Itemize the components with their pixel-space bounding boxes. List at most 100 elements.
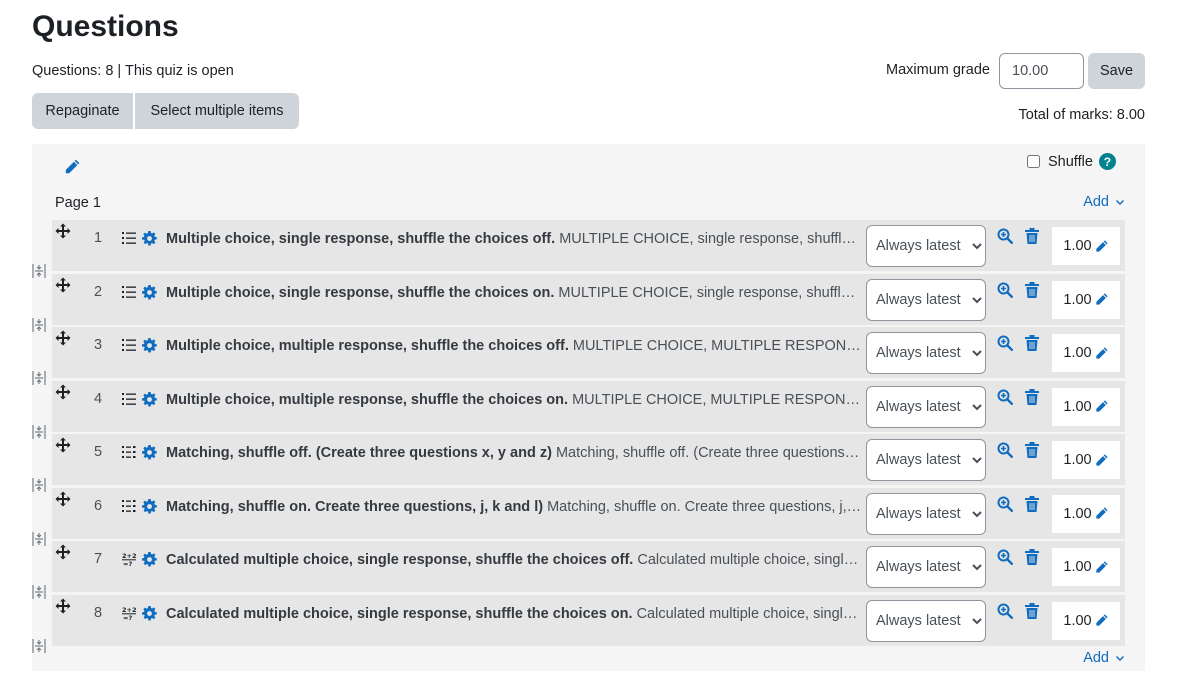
delete-trash-icon[interactable] — [1025, 602, 1039, 619]
delete-trash-icon[interactable] — [1025, 228, 1039, 244]
delete-trash-icon[interactable] — [1025, 495, 1039, 512]
version-select[interactable]: Always latest — [866, 439, 986, 481]
shuffle-toggle[interactable]: Shuffle ? — [1027, 153, 1116, 170]
edit-question-gear-icon[interactable] — [142, 498, 157, 514]
save-button[interactable]: Save — [1088, 53, 1145, 89]
edit-question-gear-icon[interactable] — [142, 552, 157, 567]
max-mark-value: 1.00 — [1063, 398, 1092, 415]
preview-zoom-icon[interactable] — [997, 442, 1013, 458]
version-select[interactable]: Always latest — [866, 492, 986, 535]
question-slot: 3 Multiple choice, multiple response, shu… — [52, 327, 1125, 378]
edit-question-gear-icon[interactable] — [142, 605, 157, 621]
add-label: Add — [1083, 194, 1109, 210]
move-icon[interactable] — [55, 598, 71, 614]
version-select[interactable]: Always latest — [866, 225, 986, 267]
move-icon[interactable] — [55, 330, 71, 346]
question-slot: 2 Multiple choice, single response, shuff… — [52, 273, 1125, 325]
preview-zoom-icon[interactable] — [997, 335, 1013, 351]
move-icon[interactable] — [55, 223, 71, 239]
slot-number: 3 — [93, 337, 103, 353]
calculated-icon: 2+2 =? — [122, 606, 137, 622]
edit-mark-pencil-icon[interactable] — [1094, 560, 1109, 575]
question-link[interactable]: Matching, shuffle on. Create three quest… — [166, 499, 862, 515]
add-menu-top[interactable]: Add — [1083, 194, 1125, 210]
chevron-down-icon — [1116, 656, 1124, 661]
question-link[interactable]: Calculated multiple choice, single respo… — [166, 606, 862, 622]
delete-trash-icon[interactable] — [1025, 442, 1039, 458]
preview-zoom-icon[interactable] — [997, 228, 1013, 244]
question-summary: Matching, shuffle on. Create three quest… — [547, 498, 862, 515]
move-icon[interactable] — [55, 544, 71, 560]
question-summary: Calculated multiple choice, single respo… — [636, 605, 862, 622]
page-break-icon[interactable] — [32, 371, 46, 385]
repaginate-button[interactable]: Repaginate — [32, 93, 133, 129]
delete-trash-icon[interactable] — [1025, 549, 1039, 565]
edit-mark-pencil-icon[interactable] — [1094, 613, 1109, 628]
move-icon[interactable] — [55, 491, 71, 507]
page-break-icon[interactable] — [32, 424, 46, 439]
max-mark-value: 1.00 — [1063, 291, 1092, 308]
edit-question-gear-icon[interactable] — [142, 338, 157, 353]
edit-mark-pencil-icon[interactable] — [1094, 346, 1109, 361]
shuffle-label: Shuffle — [1048, 153, 1093, 170]
move-icon[interactable] — [55, 277, 71, 293]
add-label: Add — [1083, 650, 1109, 666]
preview-zoom-icon[interactable] — [997, 603, 1013, 619]
edit-question-gear-icon[interactable] — [142, 391, 157, 407]
preview-zoom-icon[interactable] — [997, 496, 1013, 512]
preview-zoom-icon[interactable] — [997, 549, 1013, 565]
max-mark: 1.00 — [1052, 227, 1120, 265]
select-multiple-items-button[interactable]: Select multiple items — [135, 93, 299, 129]
version-select[interactable]: Always latest — [866, 278, 986, 321]
max-mark: 1.00 — [1052, 441, 1120, 479]
edit-mark-pencil-icon[interactable] — [1094, 399, 1109, 414]
question-summary: Calculated multiple choice, single respo… — [637, 552, 862, 568]
question-slot: 1 Multiple choice, single response, shuff… — [52, 220, 1125, 271]
delete-trash-icon[interactable] — [1025, 388, 1039, 405]
page-break-icon[interactable] — [32, 531, 46, 546]
edit-section-heading-pencil-icon[interactable] — [63, 158, 81, 176]
edit-mark-pencil-icon[interactable] — [1094, 239, 1109, 254]
move-icon[interactable] — [55, 384, 71, 400]
delete-trash-icon[interactable] — [1025, 281, 1039, 298]
svg-text:=?: =? — [123, 560, 132, 567]
question-link[interactable]: Multiple choice, multiple response, shuf… — [166, 392, 862, 408]
question-name: Matching, shuffle off. (Create three que… — [166, 445, 552, 461]
maximum-grade-input[interactable] — [999, 53, 1084, 89]
edit-question-gear-icon[interactable] — [142, 231, 157, 246]
question-link[interactable]: Multiple choice, multiple response, shuf… — [166, 338, 862, 354]
page-break-icon[interactable] — [32, 317, 46, 332]
version-select[interactable]: Always latest — [866, 385, 986, 428]
question-link[interactable]: Matching, shuffle off. (Create three que… — [166, 445, 862, 461]
max-mark-value: 1.00 — [1063, 612, 1092, 629]
question-slot: 6 Matching, shuffle on. Create three ques… — [52, 487, 1125, 539]
edit-mark-pencil-icon[interactable] — [1094, 453, 1109, 468]
edit-question-gear-icon[interactable] — [142, 445, 157, 460]
delete-trash-icon[interactable] — [1025, 335, 1039, 351]
help-icon[interactable]: ? — [1098, 153, 1116, 170]
page-break-icon[interactable] — [32, 478, 46, 492]
question-slot: 5 Matching, shuffle off. (Create three qu… — [52, 434, 1125, 485]
edit-mark-pencil-icon[interactable] — [1094, 506, 1109, 521]
preview-zoom-icon[interactable] — [997, 282, 1013, 298]
shuffle-checkbox[interactable] — [1027, 155, 1040, 168]
max-mark-value: 1.00 — [1063, 238, 1092, 254]
page-break-icon[interactable] — [32, 638, 46, 653]
question-link[interactable]: Multiple choice, single response, shuffl… — [166, 231, 862, 247]
move-icon[interactable] — [55, 437, 71, 453]
edit-question-gear-icon[interactable] — [142, 284, 157, 300]
version-select[interactable]: Always latest — [866, 599, 986, 642]
slot-number: 8 — [93, 604, 103, 621]
max-mark-value: 1.00 — [1063, 505, 1092, 522]
max-mark: 1.00 — [1052, 548, 1120, 586]
page-break-icon[interactable] — [32, 264, 46, 278]
page-break-icon[interactable] — [32, 585, 46, 599]
version-select[interactable]: Always latest — [866, 332, 986, 374]
question-link[interactable]: Multiple choice, single response, shuffl… — [166, 285, 862, 301]
edit-mark-pencil-icon[interactable] — [1094, 292, 1109, 307]
calculated-icon: 2+2 =? — [122, 552, 137, 568]
add-menu-bottom[interactable]: Add — [1083, 650, 1125, 666]
question-link[interactable]: Calculated multiple choice, single respo… — [166, 552, 862, 568]
version-select[interactable]: Always latest — [866, 546, 986, 588]
preview-zoom-icon[interactable] — [997, 389, 1013, 405]
